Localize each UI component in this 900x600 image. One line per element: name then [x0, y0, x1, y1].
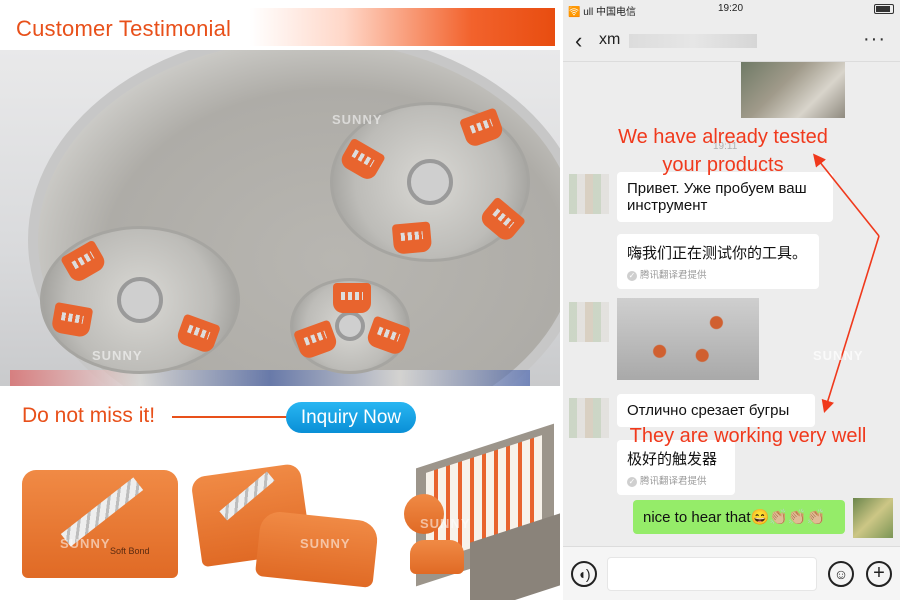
voice-icon[interactable]: ◖)	[571, 561, 597, 587]
product-pad-side	[190, 460, 382, 588]
annotation-text: They are working very well	[629, 425, 867, 447]
message-bubble-outgoing[interactable]: nice to hear that😄👏🏼👏🏼👏🏼	[633, 500, 845, 534]
watermark: SUNNY	[300, 536, 351, 551]
grinding-disc	[290, 278, 411, 374]
battery-icon	[874, 4, 894, 14]
avatar[interactable]	[569, 398, 609, 438]
product-box	[396, 404, 560, 600]
chat-header: ‹ xm ···	[563, 20, 900, 62]
plus-icon[interactable]: +	[866, 561, 892, 587]
watermark: SUNNY	[332, 112, 383, 127]
chat-image[interactable]	[617, 298, 759, 380]
testimonial-banner: Customer Testimonial	[0, 8, 555, 46]
emoji-icon[interactable]: ☺	[828, 561, 854, 587]
translation-credit: 腾讯翻译君提供	[627, 267, 809, 281]
message-bubble[interactable]: 嗨我们正在测试你的工具。 腾讯翻译君提供	[617, 234, 819, 289]
annotation-tested: We have already tested your products	[583, 123, 863, 179]
status-time: 19:20	[718, 3, 744, 14]
message-bubble[interactable]: Привет. Уже пробуем ваш инструмент	[617, 172, 833, 222]
annotation-working: They are working very well	[613, 422, 883, 450]
contact-name: xm	[599, 31, 621, 48]
message-text: nice to hear that😄👏🏼👏🏼👏🏼	[643, 509, 826, 526]
message-text: Отлично срезает бугры	[627, 402, 790, 419]
chat-input-bar: ◖) ☺ +	[563, 546, 900, 600]
watermark: SUNNY	[60, 536, 111, 551]
contact-name-blur	[629, 34, 757, 48]
chat-image[interactable]	[741, 62, 845, 118]
product-pad-front: Soft Bond	[22, 460, 182, 580]
avatar[interactable]	[569, 174, 609, 214]
status-bar: 🛜 ull 中国电信 19:20	[563, 0, 900, 20]
message-text: Привет. Уже пробуем ваш инструмент	[627, 180, 807, 214]
translation-credit: 腾讯翻译君提供	[627, 473, 725, 487]
promo-panel: Customer Testimonial SUNNY SUNNY Do not …	[0, 0, 560, 600]
avatar[interactable]	[569, 302, 609, 342]
annotation-line: We have already tested	[618, 126, 828, 148]
carrier-label: 🛜 ull 中国电信	[568, 7, 637, 18]
message-input[interactable]	[607, 557, 817, 591]
grinder-rim	[10, 370, 530, 386]
chevron-left-icon[interactable]: ‹	[575, 28, 582, 54]
more-dots-icon[interactable]: ···	[863, 28, 886, 51]
cta-text: Do not miss it!	[22, 404, 156, 427]
annotation-line: your products	[662, 154, 784, 176]
product-label: Soft Bond	[110, 546, 150, 556]
cta-divider	[172, 416, 290, 418]
machine-photo: SUNNY SUNNY	[0, 50, 560, 386]
watermark: SUNNY	[813, 348, 864, 363]
banner-title: Customer Testimonial	[16, 16, 232, 41]
watermark: SUNNY	[420, 516, 471, 531]
message-text: 极好的触发器	[627, 451, 718, 468]
chat-screen: 🛜 ull 中国电信 19:20 ‹ xm ··· 19:11 Привет. …	[563, 0, 900, 600]
watermark: SUNNY	[92, 348, 143, 363]
avatar[interactable]	[853, 498, 893, 538]
message-text: 嗨我们正在测试你的工具。	[627, 245, 808, 262]
